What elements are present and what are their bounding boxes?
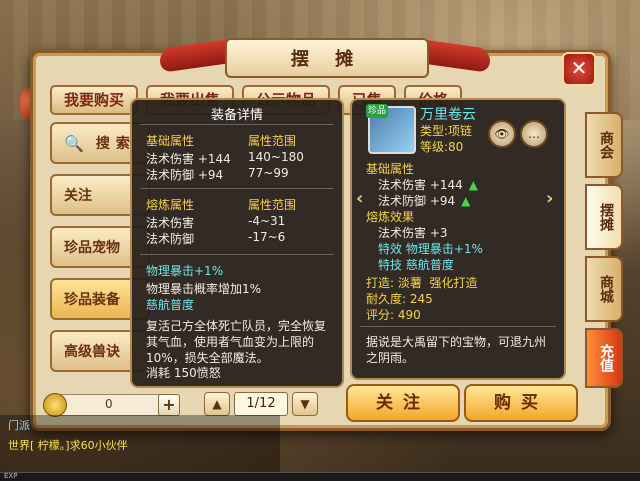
card-durability: 耐久度: 245 — [366, 292, 433, 306]
base-header: 基础属性 — [146, 134, 195, 148]
divider — [140, 188, 334, 189]
close-button[interactable]: ✕ — [562, 52, 596, 86]
card-special-effect: 特效 物理暴击+1% — [378, 242, 483, 256]
effect-name: 物理暴击+1% — [146, 264, 224, 278]
side-tab-chamber[interactable]: 商会 — [585, 112, 623, 178]
refine-header: 熔炼属性 — [146, 198, 195, 212]
base-row-2-range: 77~99 — [248, 166, 289, 180]
card-special-skill: 特技 慈航普度 — [378, 258, 454, 272]
divider — [360, 326, 556, 327]
card-base-row-2-text: 法术防御 +94 — [378, 194, 456, 208]
side-tab-stall[interactable]: 摆摊 — [585, 184, 623, 250]
refine-row-2-name: 法术防御 — [146, 232, 195, 246]
chat-line-world: 世界[ 柠檬。]求60小伙伴 — [8, 439, 128, 452]
money-value: 0 — [105, 397, 113, 411]
divider — [140, 124, 334, 125]
page-prev-button[interactable]: ▲ — [204, 392, 230, 416]
equip-detail-title: 装备详情 — [210, 108, 263, 123]
card-base-row-1: 法术伤害 +144 ▲ — [378, 176, 478, 193]
page-indicator: 1/12 — [234, 392, 288, 416]
refine-row-2-range: -17~6 — [248, 230, 286, 244]
item-card-panel: 珍品 万里卷云 类型:项链 等级:80 👁 … ‹ › 基础属性 法术伤害 +1… — [350, 98, 566, 380]
card-base-row-1-text: 法术伤害 +144 — [378, 178, 463, 192]
refine-row-1-name: 法术伤害 — [146, 216, 195, 230]
chat-area: 门派 世界[ 柠檬。]求60小伙伴 — [0, 415, 280, 480]
skill-cost: 消耗 150愤怒 — [146, 366, 221, 380]
base-row-1-name: 法术伤害 +144 — [146, 152, 231, 166]
window-title: 摆 摊 — [225, 38, 429, 78]
card-forge: 打造: 淡薯 强化打造 — [366, 274, 478, 291]
base-row-1-range: 140~180 — [248, 150, 304, 164]
buy-button[interactable]: 购买 — [464, 384, 578, 422]
card-forge-strong: 强化打造 — [429, 276, 478, 290]
follow-button[interactable]: 关注 — [346, 384, 460, 422]
item-name: 万里卷云 — [420, 107, 476, 123]
divider — [140, 254, 334, 255]
up-arrow-icon: ▲ — [468, 178, 479, 192]
coin-icon — [43, 393, 67, 417]
side-tab-recharge[interactable]: 充值 — [585, 328, 623, 388]
item-level: 等级:80 — [420, 140, 464, 154]
card-description: 据说是大禹留下的宝物，可退九州之阴雨。 — [366, 335, 547, 365]
equip-detail-panel: 装备详情 基础属性 属性范围 法术伤害 +144 140~180 法术防御 +9… — [130, 98, 344, 388]
card-base-header: 基础属性 — [366, 162, 415, 176]
exp-label: EXP — [4, 472, 18, 480]
tab-buy[interactable]: 我要购买 — [50, 85, 139, 115]
effect-desc: 物理暴击概率增加1% — [146, 282, 262, 296]
base-row-2-name: 法术防御 +94 — [146, 168, 224, 182]
refine-range-header: 属性范围 — [248, 198, 297, 212]
prev-item-arrow[interactable]: ‹ — [356, 188, 363, 209]
card-refine-row: 法术伤害 +3 — [378, 226, 448, 240]
card-forge-label: 打造: 淡薯 — [366, 276, 422, 290]
skill-name: 慈航普度 — [146, 298, 195, 312]
chat-button[interactable]: … — [520, 120, 548, 148]
side-tab-mall[interactable]: 商城 — [585, 256, 623, 322]
side-tabs: 商会 摆摊 商城 充值 — [585, 112, 623, 394]
refine-row-1-range: -4~31 — [248, 214, 286, 228]
range-header: 属性范围 — [248, 134, 297, 148]
next-item-arrow[interactable]: › — [546, 188, 553, 209]
rare-badge: 珍品 — [366, 104, 388, 118]
card-score: 评分: 490 — [366, 308, 421, 322]
view-eye-button[interactable]: 👁 — [488, 120, 516, 148]
search-icon: 🔍 — [64, 133, 90, 153]
skill-desc: 复活己方全体死亡队员，完全恢复其气血，使用者气血变为上限的10%，损失全部魔法。 — [146, 319, 327, 365]
item-type: 类型:项链 — [420, 124, 473, 138]
page-next-button[interactable]: ▼ — [292, 392, 318, 416]
add-money-button[interactable]: + — [158, 394, 180, 416]
card-refine-header: 熔炼效果 — [366, 210, 415, 224]
up-arrow-icon: ▲ — [461, 194, 471, 208]
chat-line-sect: 门派 — [8, 419, 30, 432]
card-base-row-2: 法术防御 +94 ▲ — [378, 192, 470, 209]
